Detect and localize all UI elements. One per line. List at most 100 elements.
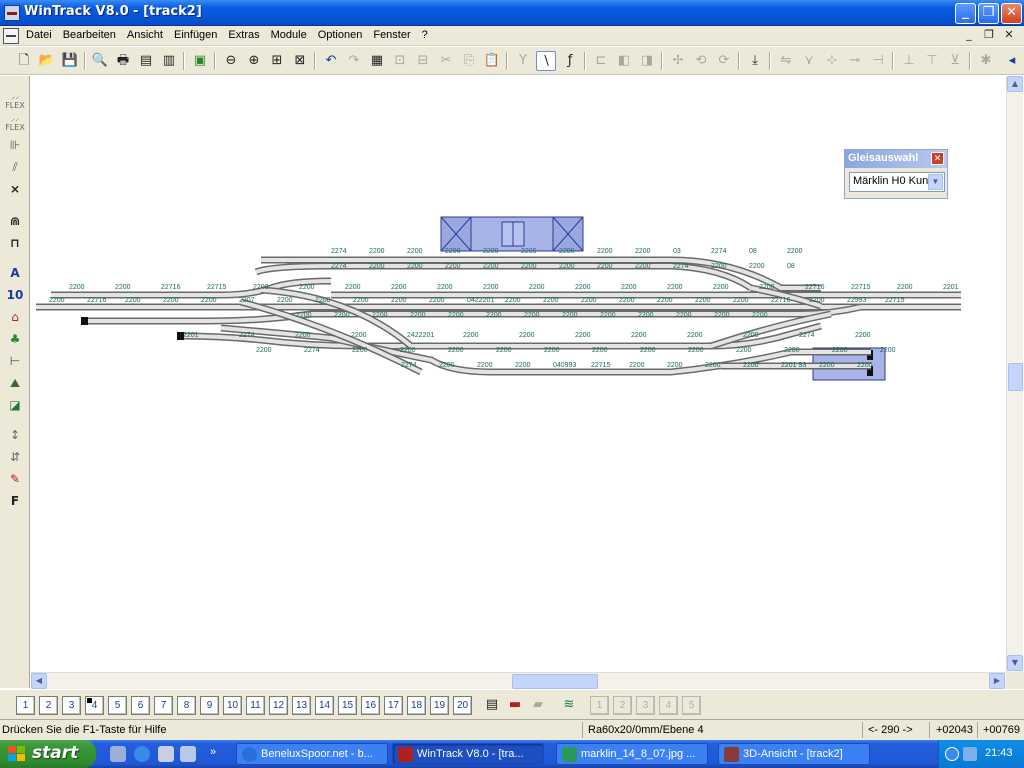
layer-button-14[interactable]: 14: [315, 696, 334, 715]
landscape-graph-icon[interactable]: ◪: [5, 396, 25, 414]
signal-icon[interactable]: ⊣: [868, 51, 888, 71]
layer-button-16[interactable]: 16: [361, 696, 380, 715]
cross-icon[interactable]: ⊹: [822, 51, 842, 71]
sublayer-3[interactable]: 3: [636, 696, 655, 715]
menu-datei[interactable]: Datei: [26, 29, 52, 41]
connect-icon[interactable]: ⊏: [591, 51, 611, 71]
catenary-icon[interactable]: ⊓: [5, 234, 25, 252]
mirror-icon[interactable]: ⇋: [776, 51, 796, 71]
menu-optionen[interactable]: Optionen: [318, 29, 363, 41]
flex-curve-icon[interactable]: ⸝⸝ FLEX: [5, 114, 25, 132]
scroll-down-icon[interactable]: ▼: [1007, 655, 1023, 671]
layer-button-3[interactable]: 3: [62, 696, 81, 715]
layer-button-11[interactable]: 11: [246, 696, 265, 715]
restore-button[interactable]: ❐: [978, 3, 999, 24]
print-preview-icon[interactable]: 🔍: [90, 51, 110, 71]
rotate-icon[interactable]: ✢: [668, 51, 688, 71]
parts-list-icon[interactable]: ▥: [159, 51, 179, 71]
align-left-icon[interactable]: ⊥: [899, 51, 919, 71]
track-system-select[interactable]: Märklin H0 Kun ▼: [849, 172, 945, 192]
align-base-icon[interactable]: ⊤: [922, 51, 942, 71]
menu-fenster[interactable]: Fenster: [373, 29, 410, 41]
ramp-icon[interactable]: ⫽: [5, 158, 25, 176]
new-file-icon[interactable]: 🗋: [14, 51, 34, 71]
menu-module[interactable]: Module: [271, 29, 307, 41]
quicklaunch-ie-icon[interactable]: [134, 746, 150, 762]
crossing-icon[interactable]: ⨯: [5, 180, 25, 198]
building-icon[interactable]: ⌂: [5, 308, 25, 326]
flex-tool-icon[interactable]: ƒ: [560, 51, 580, 71]
cut-icon[interactable]: ✂: [436, 51, 456, 71]
print-setup-icon[interactable]: ▤: [136, 51, 156, 71]
redo-icon[interactable]: ↷: [344, 51, 364, 71]
signal-post-icon[interactable]: ⊢: [5, 352, 25, 370]
quicklaunch-explorer-icon[interactable]: [110, 746, 126, 762]
layer-red-icon[interactable]: ▬: [505, 695, 525, 715]
layer-button-17[interactable]: 17: [384, 696, 403, 715]
zoom-in-icon[interactable]: ⊕: [244, 51, 264, 71]
paste-icon[interactable]: 📋: [482, 51, 502, 71]
layer-button-15[interactable]: 15: [338, 696, 357, 715]
zoom-fit-icon[interactable]: ⊠: [290, 51, 310, 71]
copy-icon[interactable]: ⎘: [459, 51, 479, 71]
layer-stack-icon[interactable]: ▤: [482, 695, 502, 715]
sublayer-2[interactable]: 2: [613, 696, 632, 715]
sublayer-4[interactable]: 4: [659, 696, 678, 715]
layer-button-1[interactable]: 1: [16, 696, 35, 715]
layer-button-12[interactable]: 12: [269, 696, 288, 715]
save-icon[interactable]: 💾: [60, 51, 80, 71]
sublayer-1[interactable]: 1: [590, 696, 609, 715]
minimize-button[interactable]: _: [955, 3, 976, 24]
quicklaunch-more-icon[interactable]: »: [210, 746, 226, 762]
track-segment[interactable]: [51, 277, 961, 299]
quicklaunch-desktop-icon[interactable]: [158, 746, 174, 762]
quicklaunch-media-icon[interactable]: [180, 746, 196, 762]
tray-network-icon[interactable]: [963, 747, 977, 761]
font-tool-icon[interactable]: F: [5, 492, 25, 510]
layer-up-icon[interactable]: ◧: [614, 51, 634, 71]
numbering-icon[interactable]: 10: [5, 286, 25, 304]
image-icon[interactable]: ▣: [190, 51, 210, 71]
station-building[interactable]: [440, 216, 584, 252]
layer-button-7[interactable]: 7: [154, 696, 173, 715]
layer-button-18[interactable]: 18: [407, 696, 426, 715]
tree-icon[interactable]: ♣: [5, 330, 25, 348]
scroll-right-icon[interactable]: ▶: [989, 673, 1005, 689]
buffer-stop[interactable]: [81, 317, 88, 325]
menu-einfuegen[interactable]: Einfügen: [174, 29, 217, 41]
layer-button-2[interactable]: 2: [39, 696, 58, 715]
document-icon[interactable]: [3, 28, 19, 44]
layer-button-9[interactable]: 9: [200, 696, 219, 715]
layer-gray-icon[interactable]: ▰: [528, 695, 548, 715]
tray-back-icon[interactable]: [945, 747, 959, 761]
group-icon[interactable]: ⊡: [390, 51, 410, 71]
zoom-out-icon[interactable]: ⊖: [221, 51, 241, 71]
curve-tool-icon[interactable]: ∖: [536, 51, 556, 71]
rotate-180-icon[interactable]: ⟳: [714, 51, 734, 71]
layer-button-19[interactable]: 19: [430, 696, 449, 715]
properties-icon[interactable]: ▦: [367, 51, 387, 71]
buffer-icon[interactable]: ⊸: [845, 51, 865, 71]
layer-button-13[interactable]: 13: [292, 696, 311, 715]
chevron-down-icon[interactable]: ▼: [928, 174, 943, 190]
vertical-scroll-thumb[interactable]: [1008, 363, 1023, 391]
title-bar[interactable]: WinTrack V8.0 - [track2] _ ❐ ✕: [0, 0, 1024, 26]
menu-extras[interactable]: Extras: [228, 29, 259, 41]
menu-bearbeiten[interactable]: Bearbeiten: [63, 29, 116, 41]
scroll-left-icon[interactable]: ◀: [31, 673, 47, 689]
slope-tool-icon[interactable]: ⇵: [5, 448, 25, 466]
pencil-icon[interactable]: ✎: [5, 470, 25, 488]
layer-button-6[interactable]: 6: [131, 696, 150, 715]
task-image-viewer[interactable]: marklin_14_8_07.jpg ...: [556, 743, 708, 765]
more-tools-icon[interactable]: ◂: [1002, 51, 1022, 71]
terrain-icon[interactable]: ⛰: [5, 374, 25, 392]
vertical-scrollbar[interactable]: ▲ ▼: [1006, 76, 1023, 672]
panel-close-icon[interactable]: ✕: [931, 152, 944, 165]
start-button[interactable]: start: [0, 740, 96, 768]
doc-minimize-button[interactable]: _: [962, 28, 976, 42]
layer-button-10[interactable]: 10: [223, 696, 242, 715]
menu-help[interactable]: ?: [422, 29, 428, 41]
layer-button-20[interactable]: 20: [453, 696, 472, 715]
print-icon[interactable]: 🖶: [113, 51, 133, 71]
align-center-icon[interactable]: ⊻: [945, 51, 965, 71]
